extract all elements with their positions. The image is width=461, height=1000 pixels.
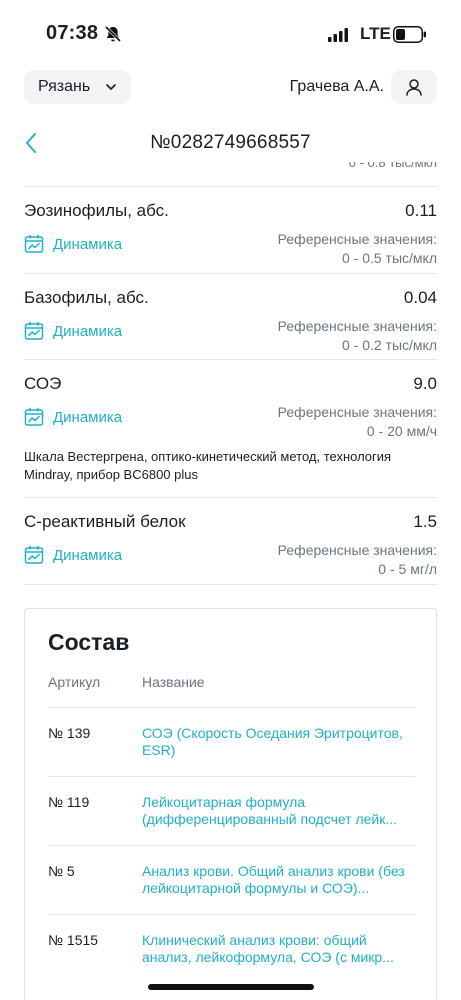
result-value: 9.0 <box>413 374 437 393</box>
dynamics-label: Динамика <box>53 546 123 564</box>
chart-calendar-icon <box>24 408 44 426</box>
cut-reference-range: 0 - 0.8 тыс/мкл <box>348 162 437 170</box>
reference-values: Референсные значения: 0 - 5 мг/л <box>278 541 437 579</box>
reference-values: Референсные значения: 0 - 0.5 тыс/мкл <box>278 230 437 268</box>
article-number: № 1515 <box>48 932 99 948</box>
chart-calendar-icon <box>24 546 44 564</box>
city-label: Рязань <box>38 78 91 95</box>
signal-icon <box>328 28 348 42</box>
composition-link[interactable]: Лейкоцитарная формула (дифференцированны… <box>142 794 415 828</box>
result-value: 0.04 <box>403 288 437 307</box>
result-name: Базофилы, абс. <box>24 288 149 307</box>
order-number-title: №0282749668557 <box>150 132 311 153</box>
dynamics-link[interactable]: Динамика <box>24 321 122 341</box>
result-item: СОЭ 9.0 Динамика Референсные значения: 0… <box>24 359 437 497</box>
profile-button[interactable] <box>391 70 437 104</box>
result-value: 0.11 <box>405 201 437 220</box>
composition-title: Состав <box>48 629 130 655</box>
result-item: Эозинофилы, абс. 0.11 Динамика Референсн… <box>24 186 437 273</box>
user-name[interactable]: Грачева А.А. <box>290 78 384 96</box>
home-indicator <box>148 984 314 990</box>
result-item: С-реактивный белок 1.5 Динамика Референс… <box>24 497 437 585</box>
reference-label: Референсные значения: <box>277 542 437 558</box>
reference-values: Референсные значения: 0 - 20 мм/ч <box>278 403 437 441</box>
chart-calendar-icon <box>24 322 44 340</box>
reference-label: Референсные значения: <box>277 404 437 420</box>
dynamics-link[interactable]: Динамика <box>24 234 122 254</box>
column-header-name: Название <box>142 674 205 690</box>
reference-values: Референсные значения: 0 - 0.2 тыс/мкл <box>278 317 437 355</box>
dynamics-label: Динамика <box>53 322 123 340</box>
status-time: 07:38 <box>46 22 99 44</box>
composition-link[interactable]: Анализ крови. Общий анализ крови (без ле… <box>142 863 415 897</box>
dynamics-label: Динамика <box>53 408 123 426</box>
column-header-article: Артикул <box>48 674 101 690</box>
composition-row: № 139 СОЭ (Скорость Оседания Эритроцитов… <box>48 707 415 776</box>
composition-row: № 1515 Клинический анализ крови: общий а… <box>48 914 415 983</box>
article-number: № 5 <box>48 863 75 879</box>
result-name: Эозинофилы, абс. <box>24 201 169 220</box>
city-select[interactable]: Рязань <box>24 70 131 104</box>
chevron-down-icon <box>106 84 116 90</box>
method-note: Шкала Вестергрена, оптико-кинетический м… <box>24 449 392 482</box>
bell-slash-icon <box>104 25 122 43</box>
composition-card: Состав Артикул Название № 139 СОЭ (Скоро… <box>24 608 437 1000</box>
result-item: Базофилы, абс. 0.04 Динамика Референсные… <box>24 273 437 359</box>
article-number: № 139 <box>48 725 91 741</box>
composition-link[interactable]: Клинический анализ крови: общий анализ, … <box>142 932 415 966</box>
result-name: С-реактивный белок <box>24 512 186 531</box>
composition-row: № 5 Анализ крови. Общий анализ крови (бе… <box>48 845 415 914</box>
reference-label: Референсные значения: <box>277 231 437 247</box>
reference-range: 0 - 5 мг/л <box>378 561 437 577</box>
battery-icon <box>393 26 426 43</box>
reference-range: 0 - 0.2 тыс/мкл <box>341 337 437 353</box>
reference-range: 0 - 0.5 тыс/мкл <box>341 250 437 266</box>
result-name: СОЭ <box>24 374 62 393</box>
user-icon <box>406 79 422 96</box>
results-list: Эозинофилы, абс. 0.11 Динамика Референсн… <box>24 186 437 585</box>
dynamics-label: Динамика <box>53 235 123 253</box>
status-bar: 07:38 LTE <box>0 0 461 64</box>
chart-calendar-icon <box>24 235 44 253</box>
article-number: № 119 <box>48 794 90 810</box>
network-label: LTE <box>360 24 391 43</box>
dynamics-link[interactable]: Динамика <box>24 545 122 565</box>
composition-row: № 119 Лейкоцитарная формула (дифференцир… <box>48 776 415 845</box>
reference-label: Референсные значения: <box>277 318 437 334</box>
dynamics-link[interactable]: Динамика <box>24 407 122 427</box>
reference-range: 0 - 20 мм/ч <box>366 423 437 439</box>
result-value: 1.5 <box>413 512 437 531</box>
composition-link[interactable]: СОЭ (Скорость Оседания Эритроцитов, ESR) <box>142 725 415 759</box>
